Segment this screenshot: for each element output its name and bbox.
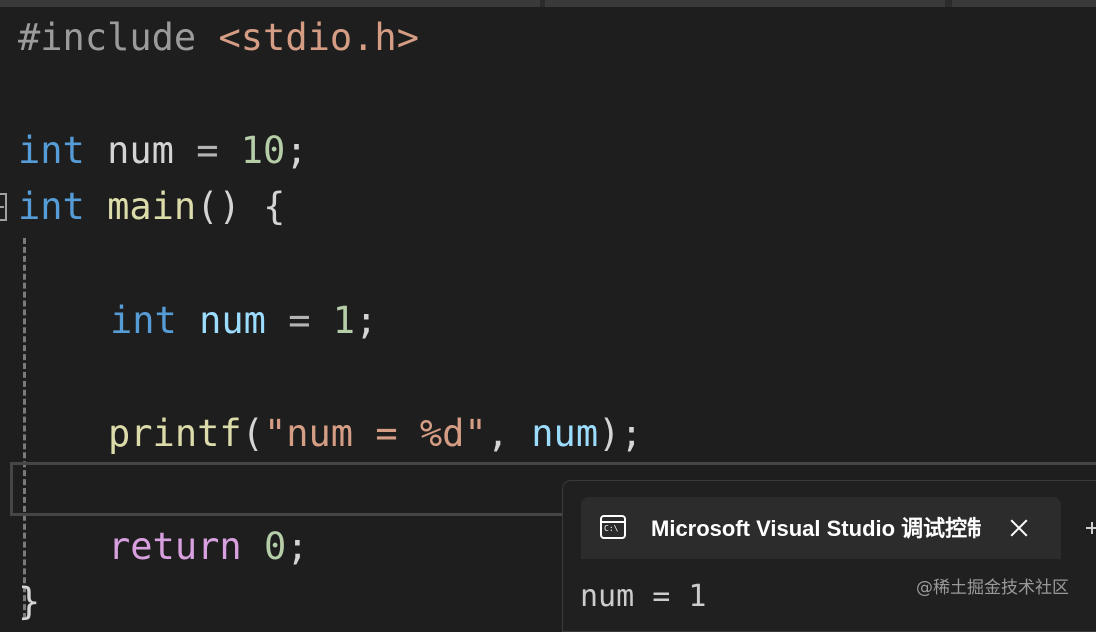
assign-operator: = (288, 299, 311, 342)
include-header: <stdio.h> (218, 16, 419, 59)
function-name: printf (108, 412, 242, 455)
new-tab-plus-icon[interactable] (1086, 522, 1096, 534)
terminal-icon-text: C:\ (604, 524, 619, 533)
terminal-icon: C:\ (600, 515, 626, 539)
close-brace: } (18, 580, 41, 623)
code-line-return[interactable]: return 0; (108, 523, 309, 571)
indent-guide (23, 238, 26, 619)
code-line-global-num[interactable]: int num = 10; (18, 127, 308, 175)
string-literal: "num = %d" (263, 412, 487, 455)
comma: , (486, 412, 509, 455)
parens: () (196, 185, 241, 228)
semicolon: ; (285, 129, 308, 172)
function-name: main (107, 185, 197, 228)
assign-operator: = (196, 129, 219, 172)
close-icon[interactable] (1006, 514, 1030, 542)
code-line-printf[interactable]: printf("num = %d", num); (108, 410, 643, 458)
number-literal: 1 (332, 299, 356, 342)
variable-name: num (107, 129, 174, 172)
type-keyword: int (110, 299, 177, 342)
argument-name: num (531, 412, 599, 455)
semicolon: ; (286, 525, 309, 568)
collapse-toggle-icon[interactable] (0, 193, 7, 221)
watermark: @稀土掘金技术社区 (916, 578, 1069, 598)
preprocessor-directive: #include (18, 16, 197, 59)
return-keyword: return (108, 525, 242, 568)
semicolon: ; (355, 299, 378, 342)
console-output-text: num = 1 (580, 579, 707, 614)
variable-name: num (199, 299, 266, 342)
type-keyword: int (18, 185, 85, 228)
number-literal: 10 (240, 129, 286, 172)
close-paren: ) (598, 412, 621, 455)
type-keyword: int (18, 129, 85, 172)
number-literal: 0 (263, 525, 287, 568)
code-line-local-num[interactable]: int num = 1; (110, 297, 377, 345)
code-line-include[interactable]: #include <stdio.h> (18, 14, 419, 62)
console-tab-title: Microsoft Visual Studio 调试控制台 (651, 516, 981, 541)
semicolon: ; (620, 412, 643, 455)
open-brace: { (263, 185, 286, 228)
code-line-main[interactable]: int main() { (18, 183, 285, 231)
open-paren: ( (241, 412, 264, 455)
